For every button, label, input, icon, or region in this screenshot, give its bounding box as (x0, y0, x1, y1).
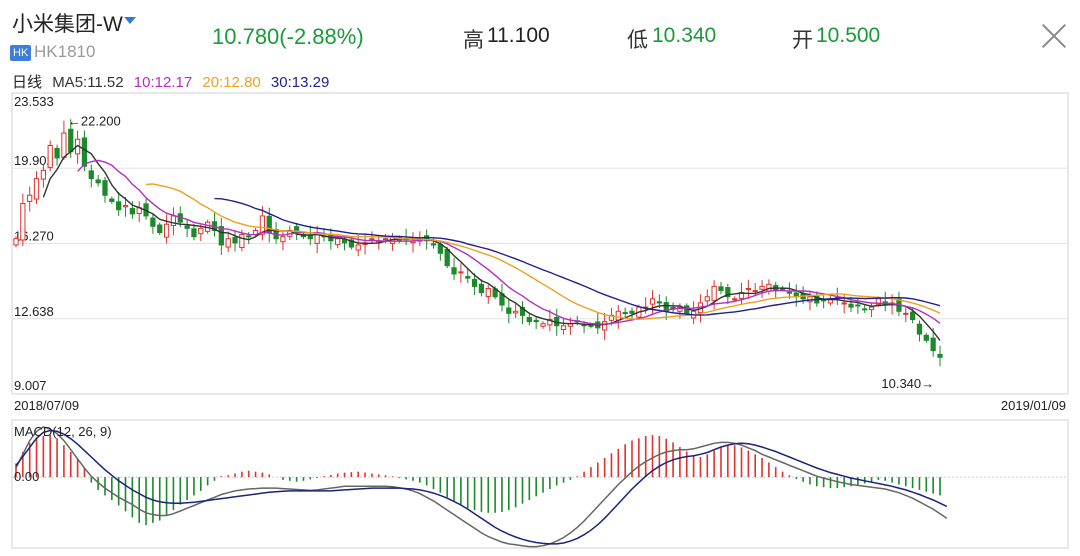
candle-body (61, 132, 67, 158)
ma5-line (42, 144, 941, 341)
candle-body (732, 298, 738, 301)
candle-body (465, 276, 471, 279)
y-tick-label: 23.533 (14, 94, 54, 109)
candle-body (602, 321, 608, 331)
candle-body (444, 248, 450, 267)
candle-body (81, 137, 88, 167)
candle-body (540, 323, 546, 327)
macd-title: MACD(12, 26, 9) (14, 424, 112, 439)
candle-body (704, 296, 710, 302)
candle-body (47, 144, 53, 168)
candle-body (533, 319, 539, 323)
candle-body (102, 180, 108, 196)
candle-body (116, 201, 122, 211)
candle-body (711, 285, 717, 302)
candle-body (27, 194, 33, 202)
candle-body (355, 244, 361, 251)
candle-body (430, 243, 437, 246)
candle-body (54, 147, 60, 159)
candle-body (68, 128, 74, 153)
candle-body (33, 178, 40, 200)
candle-body (191, 228, 197, 238)
candle-body (382, 238, 389, 241)
macd-zero-label: 0.00 (14, 469, 39, 484)
macd-frame (11, 419, 1069, 549)
candle-body (335, 238, 341, 246)
y-tick-label: 12.638 (14, 304, 54, 319)
candle-body (150, 217, 156, 227)
candle-body (560, 325, 567, 331)
candle-body (868, 306, 875, 311)
candle-body (437, 244, 443, 254)
candle-body (656, 301, 662, 304)
candle-body (588, 324, 594, 327)
candle-body (526, 317, 532, 323)
macd-chart: MACD(12, 26, 9) 0.00 (11, 419, 1069, 549)
candle-body (129, 208, 135, 215)
candle-body (307, 234, 313, 240)
candle-body (95, 179, 101, 184)
candle-body (239, 234, 245, 249)
candle-body (88, 170, 94, 180)
candle-body (629, 310, 635, 314)
x-end-label: 2019/01/09 (1001, 398, 1066, 413)
candle-body (930, 337, 936, 352)
candle-body (122, 205, 129, 208)
candle-body (20, 203, 26, 241)
candle-body (369, 238, 375, 241)
candle-body (615, 310, 621, 321)
candle-body (225, 238, 231, 248)
candle-body (745, 287, 751, 290)
kline-chart: 23.53319.90216.27012.6389.007←22.20010.3… (11, 92, 1069, 413)
candle-body (916, 323, 923, 335)
candle-body (478, 283, 485, 294)
candle-body (910, 311, 916, 321)
min-annotation: 10.340→ (881, 376, 934, 391)
candle-body (471, 278, 478, 287)
candle-body (109, 198, 115, 202)
candle-body (923, 334, 929, 341)
candle-body (649, 298, 656, 305)
candle-body (903, 312, 909, 315)
candle-body (622, 312, 628, 315)
candle-body (862, 308, 868, 311)
candle-body (458, 271, 464, 274)
candle-body (314, 234, 320, 244)
candle-body (157, 224, 163, 234)
max-annotation: ←22.200 (68, 114, 121, 129)
candle-body (163, 223, 170, 238)
candle-body (280, 236, 286, 243)
candle-body (506, 307, 512, 314)
candle-body (13, 238, 19, 246)
x-start-label: 2018/07/09 (14, 398, 79, 413)
candle-body (718, 286, 724, 292)
candle-body (513, 310, 519, 314)
candle-body (40, 169, 46, 180)
candle-body (786, 291, 793, 294)
candle-body (246, 235, 252, 238)
candle-body (848, 303, 854, 308)
candle-body (451, 267, 457, 275)
y-tick-label: 9.007 (14, 378, 47, 393)
candle-body (855, 304, 861, 307)
ma30-line (214, 197, 941, 316)
candle-body (198, 227, 204, 235)
y-tick-label: 16.270 (14, 229, 54, 244)
candle-body (485, 287, 491, 297)
candle-body (766, 283, 772, 292)
candle-body (170, 215, 177, 227)
candle-body (841, 302, 847, 305)
chart-canvas: 23.53319.90216.27012.6389.007←22.20010.3… (11, 92, 1069, 549)
candle-body (752, 290, 758, 293)
candle-body (937, 353, 943, 358)
candle-body (759, 285, 765, 290)
candle-body (184, 225, 190, 229)
candle-body (232, 236, 238, 244)
